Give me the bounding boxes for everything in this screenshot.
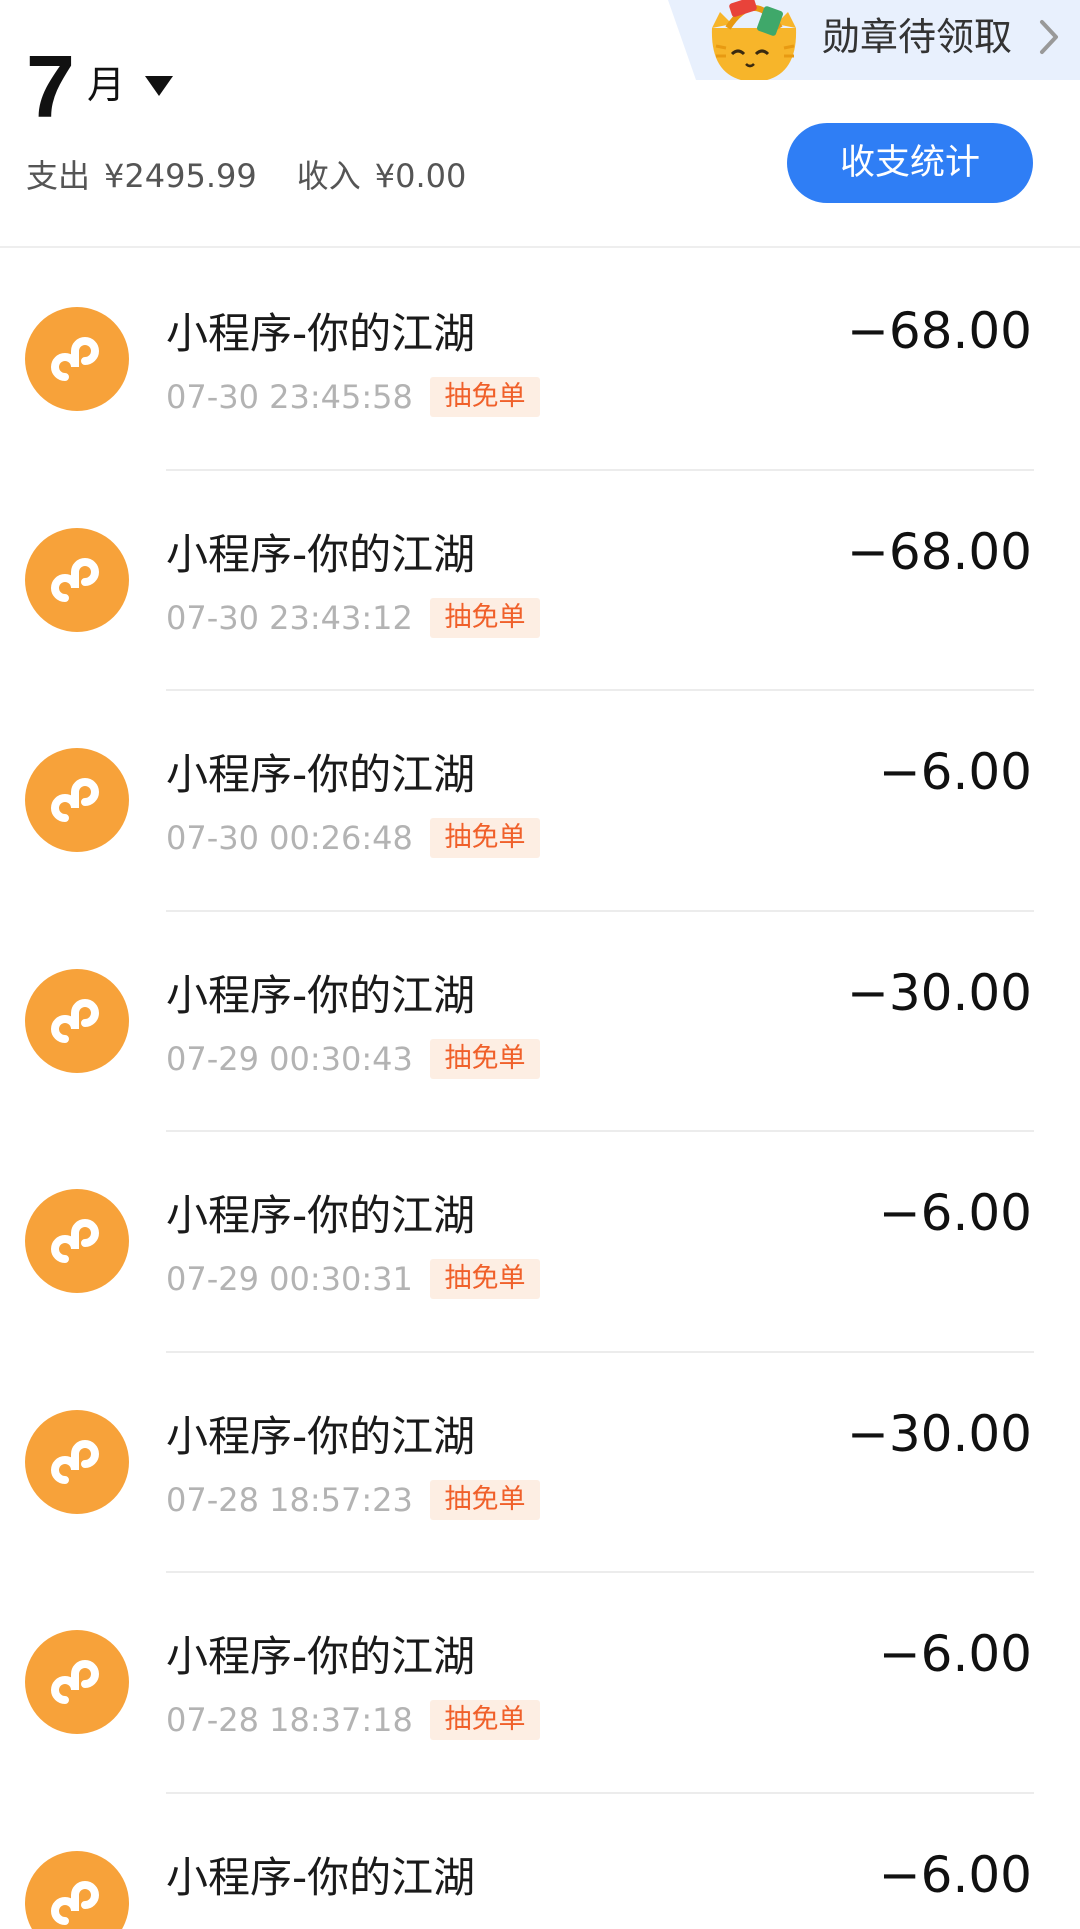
transaction-row[interactable]: 小程序-你的江湖 07-29 00:30:43 抽免单 −30.00: [0, 912, 1080, 1132]
transaction-row[interactable]: 小程序-你的江湖 07-30 23:45:58 抽免单 −68.00: [0, 250, 1080, 471]
transaction-amount: −6.00: [878, 1184, 1032, 1242]
transaction-title: 小程序-你的江湖: [166, 309, 476, 358]
free-order-tag: 抽免单: [430, 1479, 540, 1520]
transaction-amount: −30.00: [846, 963, 1032, 1022]
stats-button[interactable]: 收支统计: [787, 123, 1033, 203]
transaction-row[interactable]: 小程序-你的江湖 −6.00: [0, 1794, 1080, 1929]
income-value: ¥0.00: [374, 157, 467, 195]
caret-down-icon: [144, 76, 173, 96]
free-order-tag: 抽免单: [430, 1700, 540, 1740]
month-selector[interactable]: 7 月: [26, 42, 173, 132]
free-order-tag: 抽免单: [430, 597, 540, 638]
income-label: 收入: [296, 157, 361, 195]
mini-program-icon: [25, 1189, 129, 1293]
expense-value: ¥2495.99: [104, 157, 257, 195]
transaction-title: 小程序-你的江湖: [166, 1191, 476, 1240]
transaction-time: 07-29 00:30:43: [166, 1039, 413, 1078]
transaction-amount: −6.00: [878, 1625, 1032, 1683]
bill-page: 7 月 支出 ¥2495.99 收入 ¥0.00 收支统计 勋章待领取 小程序-…: [0, 0, 1080, 1929]
transaction-amount: −6.00: [878, 1845, 1032, 1904]
month-number: 7: [26, 37, 75, 136]
transaction-time: 07-30 23:45:58: [166, 378, 413, 416]
transaction-time: 07-30 23:43:12: [166, 598, 413, 637]
transaction-time: 07-28 18:57:23: [166, 1480, 413, 1519]
transaction-row[interactable]: 小程序-你的江湖 07-30 00:26:48 抽免单 −6.00: [0, 691, 1080, 912]
transaction-title: 小程序-你的江湖: [166, 750, 476, 799]
transaction-amount: −68.00: [846, 522, 1032, 581]
cat-shopping-bag-mascot-icon: [711, 0, 797, 80]
month-unit: 月: [86, 63, 125, 107]
bill-header: 7 月 支出 ¥2495.99 收入 ¥0.00 收支统计 勋章待领取: [0, 0, 1080, 248]
chevron-right-icon: [1040, 20, 1058, 54]
free-order-tag: 抽免单: [430, 1259, 540, 1299]
mini-program-icon: [25, 1850, 129, 1929]
mini-program-icon: [25, 307, 129, 411]
mini-program-icon: [25, 968, 129, 1073]
transaction-title: 小程序-你的江湖: [166, 970, 476, 1020]
expense-label: 支出: [26, 157, 91, 195]
transaction-time: 07-29 00:30:31: [166, 1260, 413, 1298]
transaction-amount: −68.00: [846, 302, 1032, 360]
month-summary: 支出 ¥2495.99 收入 ¥0.00: [26, 152, 466, 200]
transaction-row[interactable]: 小程序-你的江湖 07-28 18:37:18 抽免单 −6.00: [0, 1573, 1080, 1794]
mini-program-icon: [25, 527, 129, 632]
expense-summary: 支出 ¥2495.99: [26, 152, 257, 200]
transaction-title: 小程序-你的江湖: [166, 1852, 476, 1902]
transaction-time: 07-28 18:37:18: [166, 1701, 413, 1739]
badge-banner[interactable]: 勋章待领取: [668, 0, 1080, 80]
transaction-row[interactable]: 小程序-你的江湖 07-29 00:30:31 抽免单 −6.00: [0, 1132, 1080, 1353]
transaction-amount: −6.00: [878, 743, 1032, 801]
mini-program-icon: [25, 1630, 129, 1734]
free-order-tag: 抽免单: [430, 818, 540, 858]
transaction-time: 07-30 00:26:48: [166, 819, 413, 857]
transaction-list: 小程序-你的江湖 07-30 23:45:58 抽免单 −68.00 小程序-你…: [0, 250, 1080, 1929]
transaction-title: 小程序-你的江湖: [166, 529, 476, 579]
transaction-row[interactable]: 小程序-你的江湖 07-30 23:43:12 抽免单 −68.00: [0, 471, 1080, 691]
transaction-title: 小程序-你的江湖: [166, 1632, 476, 1681]
mini-program-icon: [25, 1409, 129, 1514]
income-summary: 收入 ¥0.00: [297, 152, 467, 200]
transaction-row[interactable]: 小程序-你的江湖 07-28 18:57:23 抽免单 −30.00: [0, 1353, 1080, 1573]
transaction-title: 小程序-你的江湖: [166, 1411, 476, 1461]
mini-program-icon: [25, 748, 129, 852]
free-order-tag: 抽免单: [430, 1038, 540, 1079]
badge-banner-text: 勋章待领取: [822, 15, 1013, 59]
free-order-tag: 抽免单: [430, 377, 540, 417]
transaction-amount: −30.00: [846, 1404, 1032, 1463]
